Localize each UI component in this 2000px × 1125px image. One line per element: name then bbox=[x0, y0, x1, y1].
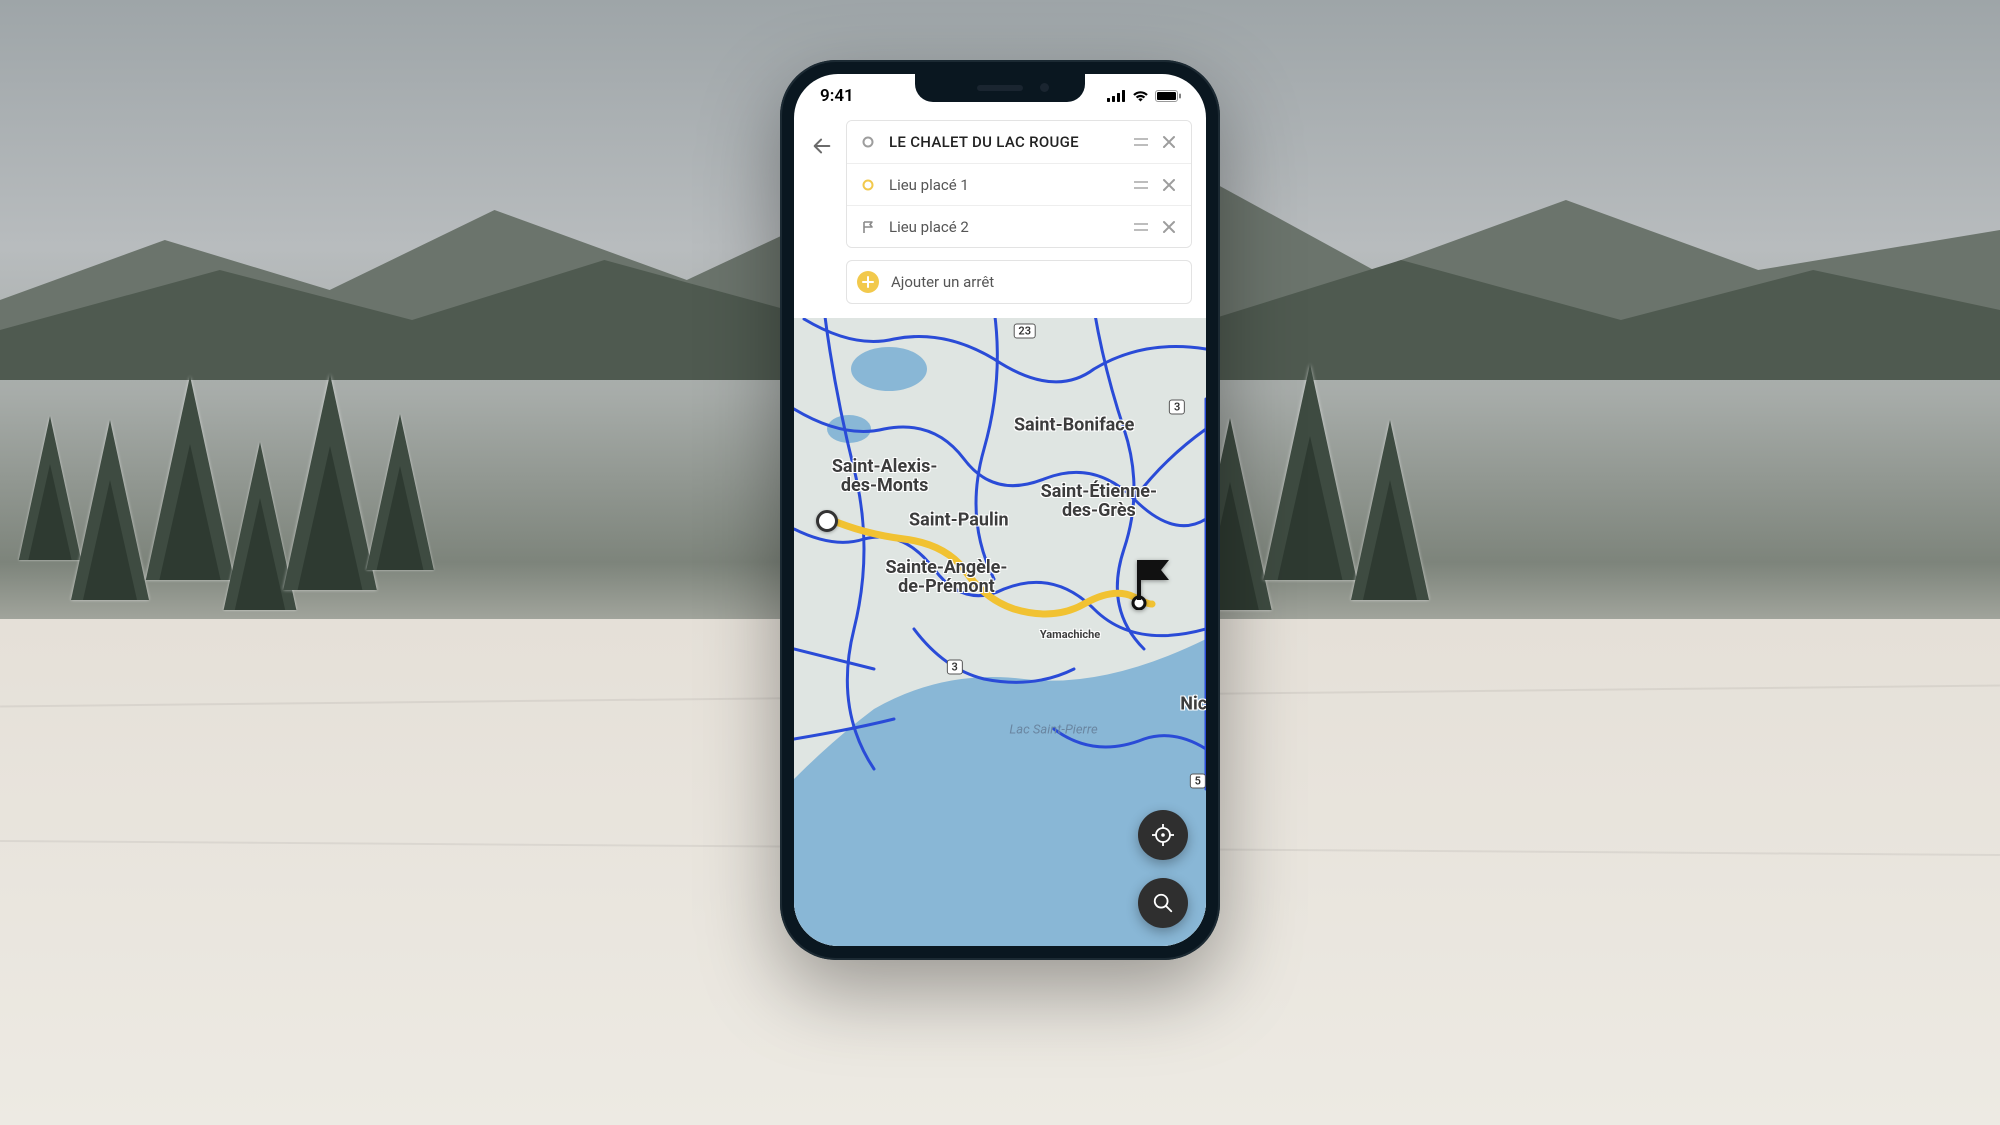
stop-row-0[interactable]: LE CHALET DU LAC ROUGE bbox=[847, 121, 1191, 163]
crosshair-icon bbox=[1151, 823, 1175, 847]
phone-screen: 9:41 bbox=[794, 74, 1206, 946]
wifi-icon bbox=[1132, 90, 1149, 102]
back-button[interactable] bbox=[808, 132, 836, 160]
add-stop-button[interactable]: Ajouter un arrêt bbox=[846, 260, 1192, 304]
stop-label: Lieu placé 2 bbox=[879, 218, 1127, 236]
cellular-icon bbox=[1107, 90, 1126, 102]
stop-label: Lieu placé 1 bbox=[879, 176, 1127, 194]
plus-circle-icon bbox=[857, 271, 879, 293]
flag-outline-icon bbox=[857, 220, 879, 234]
locate-me-button[interactable] bbox=[1138, 810, 1188, 860]
drag-handle-icon[interactable] bbox=[1127, 136, 1155, 148]
stop-label: LE CHALET DU LAC ROUGE bbox=[879, 133, 1127, 151]
status-time: 9:41 bbox=[820, 86, 854, 106]
circle-hollow-icon bbox=[857, 136, 879, 148]
drag-handle-icon[interactable] bbox=[1127, 179, 1155, 191]
stop-row-2[interactable]: Lieu placé 2 bbox=[847, 205, 1191, 247]
battery-icon bbox=[1155, 90, 1182, 102]
clear-stop-button[interactable] bbox=[1155, 135, 1183, 149]
close-icon bbox=[1162, 178, 1176, 192]
route-start-marker[interactable] bbox=[816, 510, 838, 532]
phone-notch bbox=[915, 74, 1085, 102]
stop-row-1[interactable]: Lieu placé 1 bbox=[847, 163, 1191, 205]
route-panel: LE CHALET DU LAC ROUGE Lieu placé 1 Lieu… bbox=[794, 118, 1206, 318]
map-search-button[interactable] bbox=[1138, 878, 1188, 928]
circle-hollow-accent-icon bbox=[857, 179, 879, 191]
stops-list: LE CHALET DU LAC ROUGE Lieu placé 1 Lieu… bbox=[846, 120, 1192, 248]
search-icon bbox=[1152, 892, 1174, 914]
arrow-left-icon bbox=[811, 135, 833, 157]
route-end-flag[interactable] bbox=[1131, 556, 1173, 610]
close-icon bbox=[1162, 135, 1176, 149]
phone-frame: 9:41 bbox=[780, 60, 1220, 960]
clear-stop-button[interactable] bbox=[1155, 220, 1183, 234]
clear-stop-button[interactable] bbox=[1155, 178, 1183, 192]
close-icon bbox=[1162, 220, 1176, 234]
drag-handle-icon[interactable] bbox=[1127, 221, 1155, 233]
add-stop-label: Ajouter un arrêt bbox=[879, 273, 994, 291]
map-view[interactable]: Saint-BonifaceSaint-Alexis-des-MontsSain… bbox=[794, 312, 1206, 946]
